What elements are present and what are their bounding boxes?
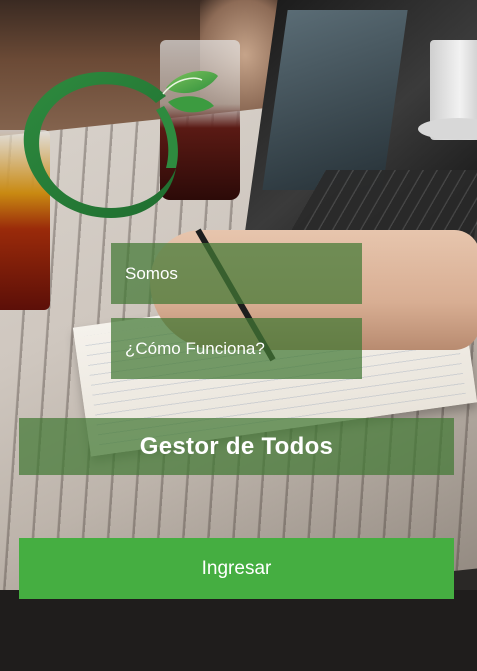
nav-item-label: ¿Cómo Funciona? bbox=[125, 338, 265, 358]
app-title-banner: Gestor de Todos bbox=[19, 418, 454, 475]
brand-logo bbox=[16, 58, 222, 224]
nav-item-label: Somos bbox=[125, 263, 178, 283]
leaf-ring-logo-icon bbox=[23, 71, 218, 218]
login-button[interactable]: Ingresar bbox=[19, 538, 454, 599]
nav-item-como-funciona[interactable]: ¿Cómo Funciona? bbox=[111, 318, 362, 379]
login-button-label: Ingresar bbox=[201, 557, 272, 579]
page-title: Gestor de Todos bbox=[139, 432, 334, 460]
nav-item-somos[interactable]: Somos bbox=[111, 243, 362, 304]
